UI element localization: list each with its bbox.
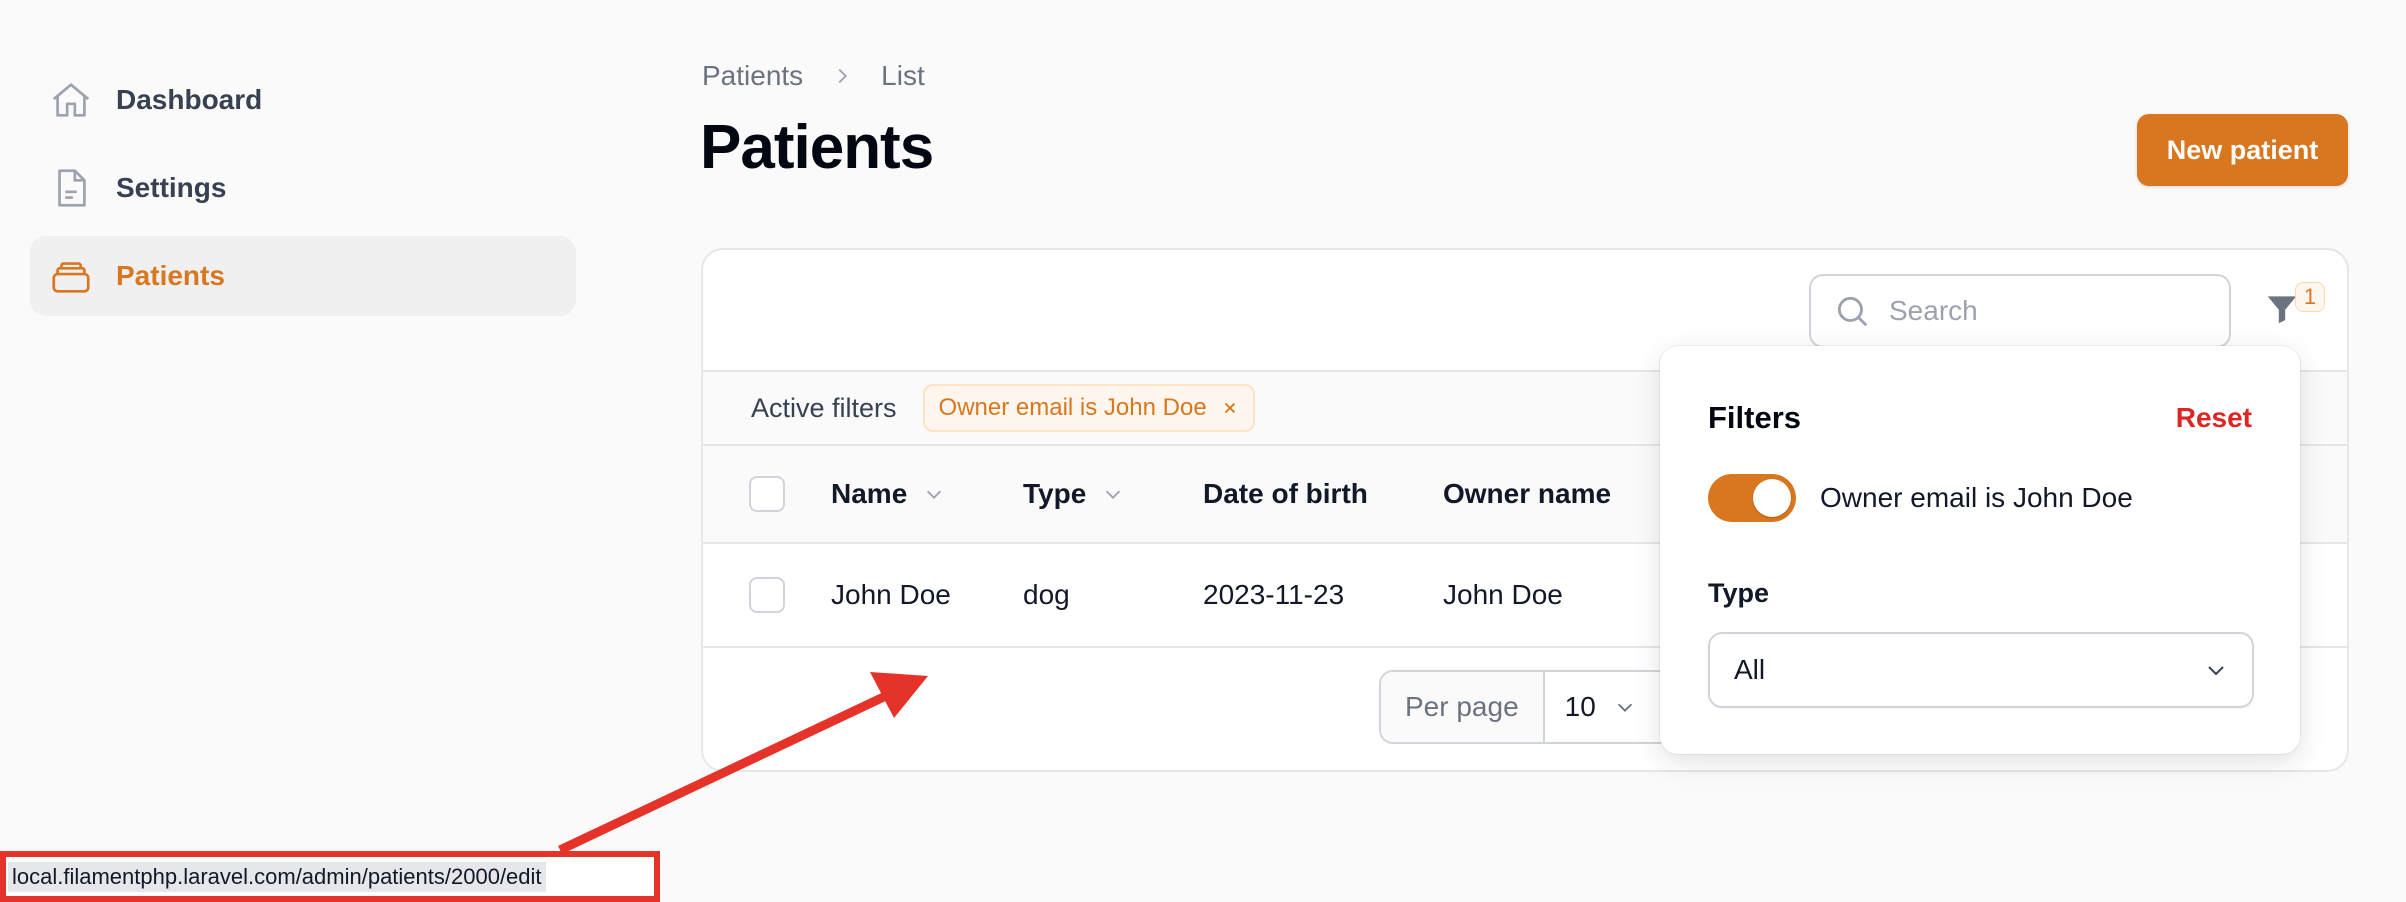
- filter-count-badge: 1: [2295, 282, 2325, 312]
- column-header-label: Name: [831, 478, 908, 509]
- active-filters-label: Active filters: [751, 392, 897, 423]
- sidebar-item-dashboard[interactable]: Dashboard: [30, 60, 576, 140]
- sidebar-item-patients[interactable]: Patients: [30, 236, 576, 316]
- column-header-owner-name: Owner name: [1443, 478, 1612, 509]
- chevron-down-icon: [2204, 658, 2228, 682]
- toggle-knob: [1753, 479, 1791, 517]
- chevron-right-icon: [831, 65, 853, 87]
- sidebar-item-label: Patients: [116, 260, 225, 291]
- page-title: Patients: [700, 113, 934, 182]
- filters-title: Filters: [1708, 400, 1802, 435]
- per-page-select[interactable]: 10: [1545, 672, 1675, 742]
- search-input[interactable]: [1889, 295, 2189, 327]
- stack-icon: [48, 253, 94, 299]
- active-filter-chip-label: Owner email is John Doe: [938, 394, 1207, 421]
- row-checkbox[interactable]: [749, 577, 785, 613]
- document-icon: [48, 165, 94, 211]
- per-page-label: Per page: [1381, 672, 1545, 742]
- per-page-value: 10: [1564, 691, 1596, 722]
- status-bar-highlight: local.filamentphp.laravel.com/admin/pati…: [0, 851, 660, 902]
- active-filter-chip: Owner email is John Doe: [922, 384, 1255, 432]
- close-icon[interactable]: [1221, 399, 1239, 417]
- chevron-down-icon: [923, 483, 945, 505]
- filters-dropdown: Filters Reset Owner email is John Doe Ty…: [1660, 346, 2300, 754]
- chevron-down-icon: [1102, 483, 1124, 505]
- sidebar-item-label: Dashboard: [116, 84, 263, 115]
- breadcrumb-item-patients[interactable]: Patients: [702, 60, 803, 92]
- column-header-label: Type: [1023, 478, 1087, 509]
- home-icon: [48, 77, 94, 123]
- cell-owner-name: John Doe: [1443, 579, 1563, 610]
- new-patient-button[interactable]: New patient: [2137, 114, 2348, 186]
- reset-filters-button[interactable]: Reset: [2176, 402, 2252, 434]
- search-field[interactable]: [1809, 274, 2231, 348]
- cell-name: John Doe: [831, 579, 951, 610]
- search-icon: [1833, 292, 1871, 330]
- column-header-type[interactable]: Type: [1023, 478, 1124, 510]
- status-url: local.filamentphp.laravel.com/admin/pati…: [8, 861, 546, 892]
- type-select-value: All: [1734, 654, 1766, 685]
- sidebar-item-settings[interactable]: Settings: [30, 148, 576, 228]
- filter-button[interactable]: 1: [2261, 282, 2325, 338]
- toggle-label: Owner email is John Doe: [1820, 482, 2133, 513]
- cell-type: dog: [1023, 579, 1070, 610]
- select-all-checkbox[interactable]: [749, 476, 785, 512]
- breadcrumb-item-list: List: [881, 60, 925, 91]
- cell-date-of-birth: 2023-11-23: [1203, 579, 1345, 610]
- chevron-down-icon: [1614, 696, 1636, 718]
- type-select[interactable]: All: [1708, 632, 2254, 708]
- column-header-name[interactable]: Name: [831, 478, 945, 510]
- breadcrumb: Patients List: [702, 60, 925, 92]
- type-filter-label: Type: [1708, 578, 1770, 608]
- sidebar: Dashboard Settings Patients: [30, 60, 576, 324]
- owner-email-toggle[interactable]: [1708, 474, 1796, 522]
- column-header-date-of-birth: Date of birth: [1203, 478, 1368, 509]
- sidebar-item-label: Settings: [116, 172, 227, 203]
- per-page-control: Per page 10: [1379, 670, 1677, 744]
